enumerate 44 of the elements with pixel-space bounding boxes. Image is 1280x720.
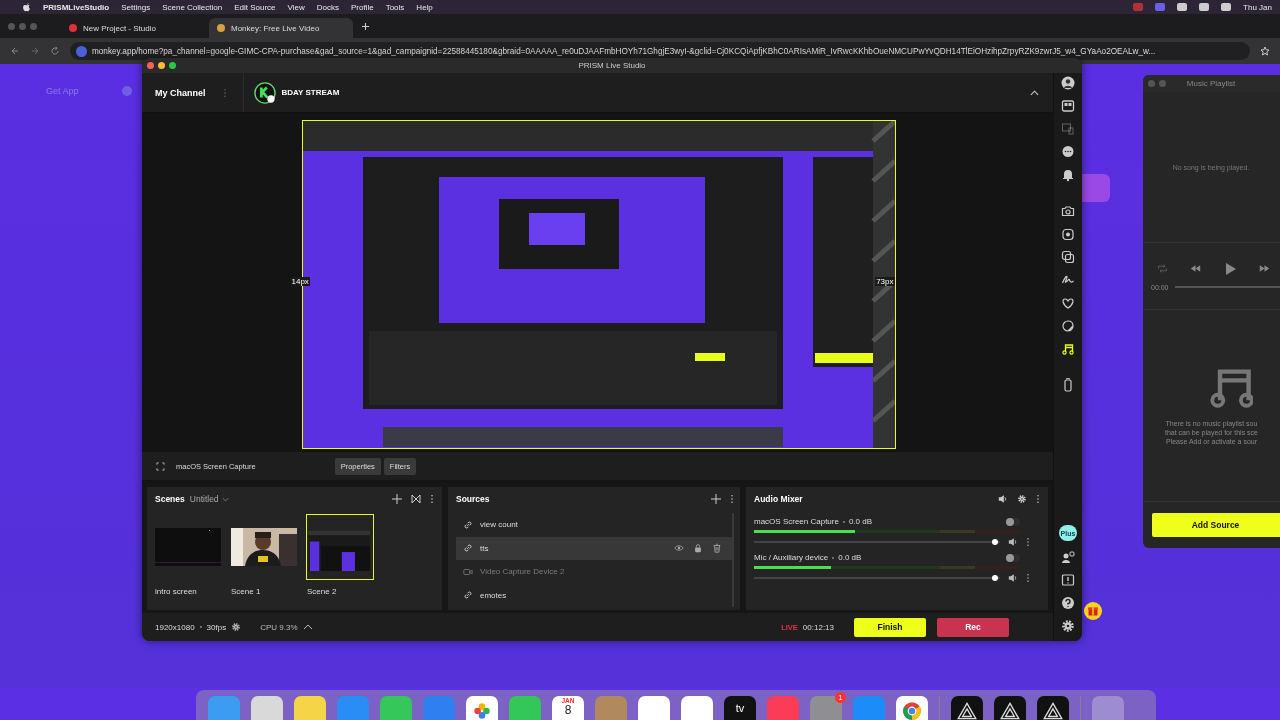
panel-title: Sources xyxy=(456,494,490,504)
menu-item[interactable]: Help xyxy=(416,2,433,12)
scene-item[interactable]: Scene 2 xyxy=(307,515,373,596)
menu-item[interactable]: Profile xyxy=(351,2,374,12)
margin-label: 14px xyxy=(290,277,310,286)
panel-title: Scenes xyxy=(155,494,185,504)
scene-item[interactable]: intro screen xyxy=(155,515,221,596)
channel-name: macOS Screen Capture xyxy=(754,517,839,526)
scene-item[interactable]: Scene 1 xyxy=(231,515,297,596)
channel-level-reading: 0.0 dB xyxy=(848,517,873,526)
margin-label: 73px xyxy=(875,277,895,286)
panel-title: Audio Mixer xyxy=(754,494,803,504)
add-source-button[interactable]: Add Source xyxy=(1152,513,1280,537)
source-item[interactable]: emotes xyxy=(456,583,732,607)
source-item[interactable]: view count xyxy=(456,513,732,537)
address-bar[interactable]: monkey.app/home?pa_channel=google-GIMC-CPA-purchase&gad_source=1&gad_campaignid=22588445180&gbraid=0AAAAA_re0uDJAAFmbHOYh71GhgjE3wyI-&gclid=Cj0KCQiApfjKBhC0ARIsAMiR_IvRwcKKhbOueNMCUPwYvQDH14TlEiOHzihpZrpyRZK9zwrJ5_w4_GYaAo2OEALw_w... xyxy=(70,42,1250,60)
scene-name: Scene 2 xyxy=(307,587,338,596)
menu-item[interactable]: Settings xyxy=(121,2,151,12)
finish-button[interactable]: Finish xyxy=(854,617,926,637)
scene-name: Scene 1 xyxy=(231,587,262,596)
menu-item[interactable]: Scene Collection xyxy=(162,2,223,12)
stream-title: BDAY STREAM xyxy=(281,88,340,97)
scene-collection-dropdown[interactable]: Untitled xyxy=(189,494,229,504)
menu-clock: Thu Jan xyxy=(1243,2,1272,12)
record-button[interactable]: Rec xyxy=(937,617,1009,637)
menu-item[interactable]: View xyxy=(287,2,305,12)
menu-item[interactable]: Tools xyxy=(385,2,405,12)
window-title: PRISM Live Studio xyxy=(578,61,646,70)
resolution-text: 1920x1080 xyxy=(155,622,195,632)
browser-tab[interactable]: Monkey: Free Live Video xyxy=(209,18,353,38)
cpu-usage-text: CPU 9.3% xyxy=(260,622,298,632)
browser-tab[interactable]: New Project - Studio xyxy=(61,18,205,38)
scene-name: intro screen xyxy=(155,587,198,596)
channel-name[interactable]: My Channel xyxy=(155,87,206,98)
stream-timer: 00:12:13 xyxy=(802,622,834,632)
app-icon[interactable]: tv xyxy=(724,696,756,720)
fps-text: 30fps xyxy=(206,622,227,632)
menu-item[interactable]: Edit Source xyxy=(234,2,276,12)
source-item[interactable]: tts xyxy=(456,536,732,560)
channel-name: Mic / Auxiliary device xyxy=(754,553,829,562)
app-menu[interactable]: PRISMLiveStudio xyxy=(43,2,110,12)
menu-item[interactable]: Docks xyxy=(316,2,339,12)
window-title: Music Playlist xyxy=(1186,79,1236,88)
channel-level-reading: 0.0 dB xyxy=(838,553,862,562)
